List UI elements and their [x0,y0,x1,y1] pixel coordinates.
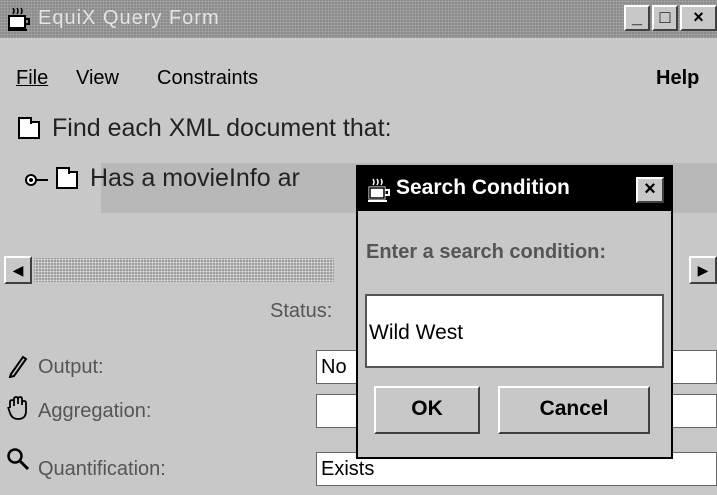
scroll-right-button[interactable]: ▶ [689,256,717,284]
search-condition-input[interactable]: Wild West [365,294,664,368]
dialog-title: Search Condition [396,176,570,199]
menu-file-label: File [16,67,49,89]
tree-child-label[interactable]: Has a movieInfo ar [90,164,300,193]
menu-view-label: View [76,67,119,89]
folder-icon [56,167,78,189]
dialog-title-bar[interactable]: Search Condition × [358,167,671,211]
scroll-left-button[interactable]: ◀ [4,256,32,284]
hand-icon [7,396,27,420]
status-label: Status: [270,300,333,322]
dialog-prompt: Enter a search condition: [366,241,607,263]
title-bar[interactable]: EquiX Query Form _ □ × [0,0,717,38]
expand-handle-icon[interactable] [24,173,50,187]
ok-button[interactable]: OK [374,386,480,434]
scroll-thumb[interactable] [34,258,334,282]
cancel-button[interactable]: Cancel [498,386,650,434]
quantification-label: Quantification: [38,458,166,480]
output-label: Output: [38,356,104,378]
menu-help[interactable]: Help [656,68,699,88]
tree-root-label[interactable]: Find each XML document that: [52,114,392,143]
dialog-close-button[interactable]: × [636,177,664,203]
minimize-button[interactable]: _ [624,5,650,31]
coffee-cup-icon [8,7,30,31]
pencil-icon [8,355,28,378]
menu-help-label: Help [656,67,700,89]
magnifier-icon [7,448,30,471]
menu-constraints[interactable]: Constraints [157,68,258,88]
window-title: EquiX Query Form [38,7,220,29]
search-condition-dialog: Search Condition × Enter a search condit… [356,165,673,459]
aggregation-label: Aggregation: [38,400,152,422]
maximize-button[interactable]: □ [652,5,678,31]
folder-icon [18,117,40,139]
menu-view[interactable]: View [76,68,119,88]
menu-constraints-label: Constraints [157,67,259,89]
close-button[interactable]: × [680,5,717,31]
coffee-cup-icon [368,178,390,202]
menu-file[interactable]: File [16,68,48,88]
